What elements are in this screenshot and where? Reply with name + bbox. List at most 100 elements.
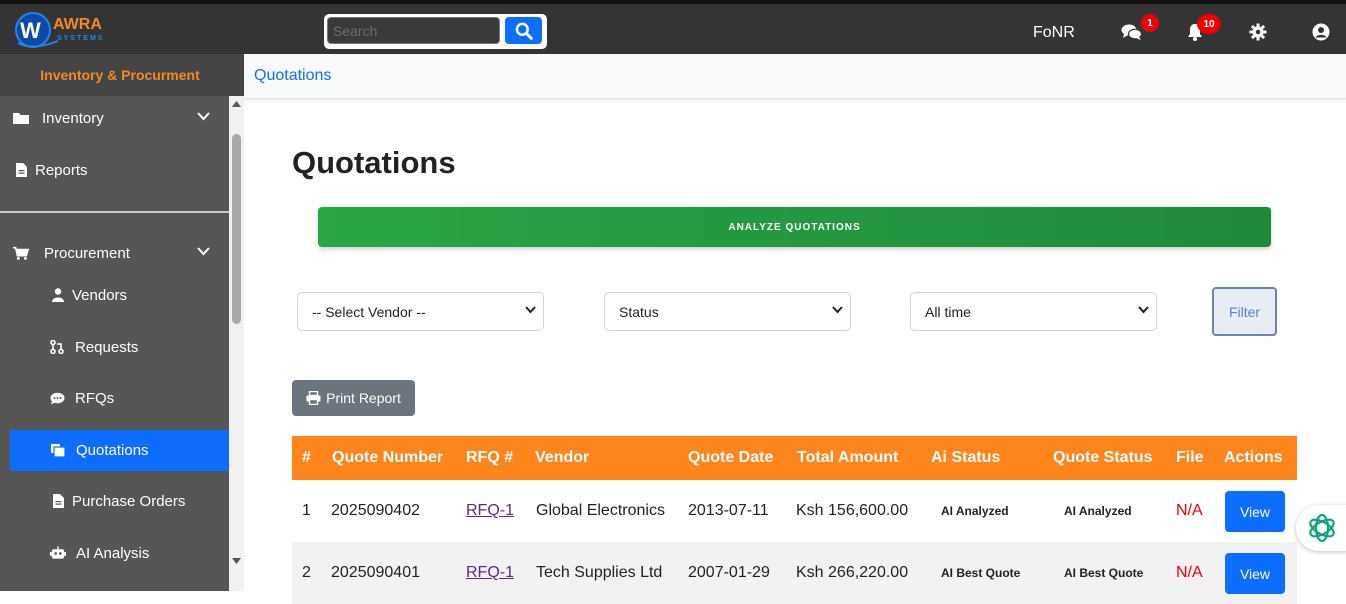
- print-report-label: Print Report: [326, 390, 401, 406]
- comments-icon: [1121, 24, 1143, 40]
- sidebar-item-procurement[interactable]: Procurement: [0, 230, 229, 276]
- table-header: # Quote Number RFQ # Vendor Quote Date T…: [292, 436, 1297, 480]
- column-header: Quote Status: [1053, 449, 1153, 466]
- chevron-down-icon: [525, 306, 536, 314]
- gear-icon: [1249, 23, 1267, 41]
- breadcrumb: Quotations: [244, 54, 1346, 99]
- column-header: Vendor: [535, 449, 590, 466]
- rfq-link[interactable]: RFQ-1: [466, 564, 514, 582]
- sidebar-item-ai-analysis[interactable]: AI Analysis: [0, 530, 229, 576]
- ai-assistant-icon: [1309, 513, 1335, 543]
- row-number: 2: [302, 564, 311, 581]
- receipt-icon: [50, 443, 66, 459]
- ai-assistant-button[interactable]: [1296, 505, 1346, 551]
- svg-text:W: W: [20, 18, 41, 43]
- analyze-quotations-button[interactable]: ANALYZE QUOTATIONS: [318, 207, 1271, 247]
- column-header: Quote Date: [688, 449, 774, 466]
- table-row: 2 2025090401 RFQ-1 Tech Supplies Ltd 200…: [292, 542, 1297, 604]
- user-menu-button[interactable]: [1310, 21, 1332, 43]
- quote-date: 2007-01-29: [688, 564, 770, 581]
- column-header: Quote Number: [332, 449, 444, 466]
- row-number: 1: [302, 502, 311, 519]
- vendor-name: Global Electronics: [536, 502, 665, 519]
- chevron-down-icon: [832, 306, 843, 314]
- sidebar-item-quotations[interactable]: Quotations: [10, 430, 229, 471]
- sidebar-item-vendors[interactable]: Vendors: [0, 272, 229, 318]
- page-title: Quotations: [292, 145, 456, 180]
- user-icon: [50, 287, 66, 303]
- sidebar-item-inventory[interactable]: Inventory: [0, 95, 229, 141]
- quote-status: AI Best Quote: [1064, 566, 1144, 580]
- messages-badge: 1: [1141, 14, 1159, 32]
- ai-status: AI Analyzed: [941, 504, 1009, 518]
- scroll-up-icon[interactable]: [232, 101, 241, 107]
- sidebar-divider: [0, 211, 229, 213]
- messages-button[interactable]: 1: [1121, 14, 1159, 43]
- quote-status: AI Analyzed: [1064, 504, 1132, 518]
- cart-icon: [13, 245, 29, 261]
- sidebar-scrollbar[interactable]: [229, 96, 244, 591]
- search-input[interactable]: [327, 17, 500, 44]
- status-select[interactable]: Status: [604, 292, 851, 331]
- sidebar-item-reports[interactable]: Reports: [0, 147, 229, 193]
- username[interactable]: FoNR: [1033, 24, 1075, 42]
- chevron-down-icon: [1138, 306, 1149, 314]
- search-button[interactable]: [505, 17, 542, 44]
- scroll-thumb[interactable]: [232, 134, 241, 324]
- column-header: Ai Status: [931, 449, 1001, 466]
- file-value: N/A: [1176, 502, 1203, 519]
- column-header: Total Amount: [797, 449, 899, 466]
- status-select-value: Status: [619, 303, 659, 320]
- view-button[interactable]: View: [1225, 553, 1285, 594]
- sidebar-item-label: AI Analysis: [76, 544, 150, 562]
- file-invoice-icon: [50, 493, 66, 509]
- column-header: Actions: [1224, 449, 1283, 466]
- rfq-link[interactable]: RFQ-1: [466, 502, 514, 520]
- sidebar-item-label: RFQs: [75, 389, 115, 407]
- scroll-down-icon[interactable]: [232, 558, 241, 564]
- total-amount: Ksh 156,600.00: [796, 502, 909, 519]
- sidebar-item-label: Requests: [75, 338, 139, 356]
- sidebar-item-label: Quotations: [76, 442, 149, 459]
- breadcrumb-quotations[interactable]: Quotations: [254, 67, 331, 85]
- quote-number: 2025090402: [331, 502, 420, 519]
- total-amount: Ksh 266,220.00: [796, 564, 909, 581]
- sidebar-item-label: Vendors: [72, 286, 128, 304]
- time-select-value: All time: [925, 303, 971, 320]
- print-report-button[interactable]: Print Report: [292, 380, 415, 416]
- sidebar-item-label: Procurement: [44, 244, 130, 262]
- sidebar-item-label: Inventory: [42, 109, 104, 127]
- sidebar-item-purchase-orders[interactable]: Purchase Orders: [0, 478, 229, 524]
- comment-dots-icon: [49, 390, 65, 406]
- time-select[interactable]: All time: [910, 292, 1157, 331]
- file-icon: [13, 162, 29, 178]
- column-header: File: [1176, 449, 1204, 466]
- notifications-button[interactable]: 10: [1184, 14, 1221, 43]
- quote-date: 2013-07-11: [688, 502, 769, 519]
- top-navbar: W AWRA SYSTEMS FoNR 1 10: [0, 0, 1346, 54]
- sidebar-item-rfqs[interactable]: RFQs: [0, 375, 229, 421]
- logo-subtext: SYSTEMS: [57, 35, 105, 42]
- chevron-down-icon: [197, 247, 210, 256]
- vendor-select[interactable]: -- Select Vendor --: [297, 292, 544, 331]
- view-button[interactable]: View: [1225, 491, 1285, 532]
- search-box: [324, 14, 547, 49]
- column-header: RFQ #: [466, 449, 514, 466]
- folder-icon: [13, 110, 29, 126]
- notifications-badge: 10: [1197, 14, 1221, 34]
- filter-button[interactable]: Filter: [1212, 287, 1277, 336]
- print-icon: [306, 391, 321, 405]
- chevron-down-icon: [197, 112, 210, 121]
- sidebar: Inventory & Procurment Inventory Reports…: [0, 54, 244, 591]
- sidebar-item-label: Purchase Orders: [72, 492, 186, 510]
- logo-text: AWRA: [53, 16, 102, 33]
- table-row: 1 2025090402 RFQ-1 Global Electronics 20…: [292, 480, 1297, 542]
- search-icon: [515, 22, 533, 40]
- sidebar-item-requests[interactable]: Requests: [0, 324, 229, 370]
- sidebar-item-label: Reports: [35, 161, 88, 179]
- robot-icon: [50, 545, 66, 561]
- vendor-select-value: -- Select Vendor --: [312, 303, 426, 320]
- settings-button[interactable]: [1247, 21, 1269, 43]
- awra-logo[interactable]: W AWRA SYSTEMS: [14, 11, 110, 53]
- sidebar-title: Inventory & Procurment: [0, 54, 244, 96]
